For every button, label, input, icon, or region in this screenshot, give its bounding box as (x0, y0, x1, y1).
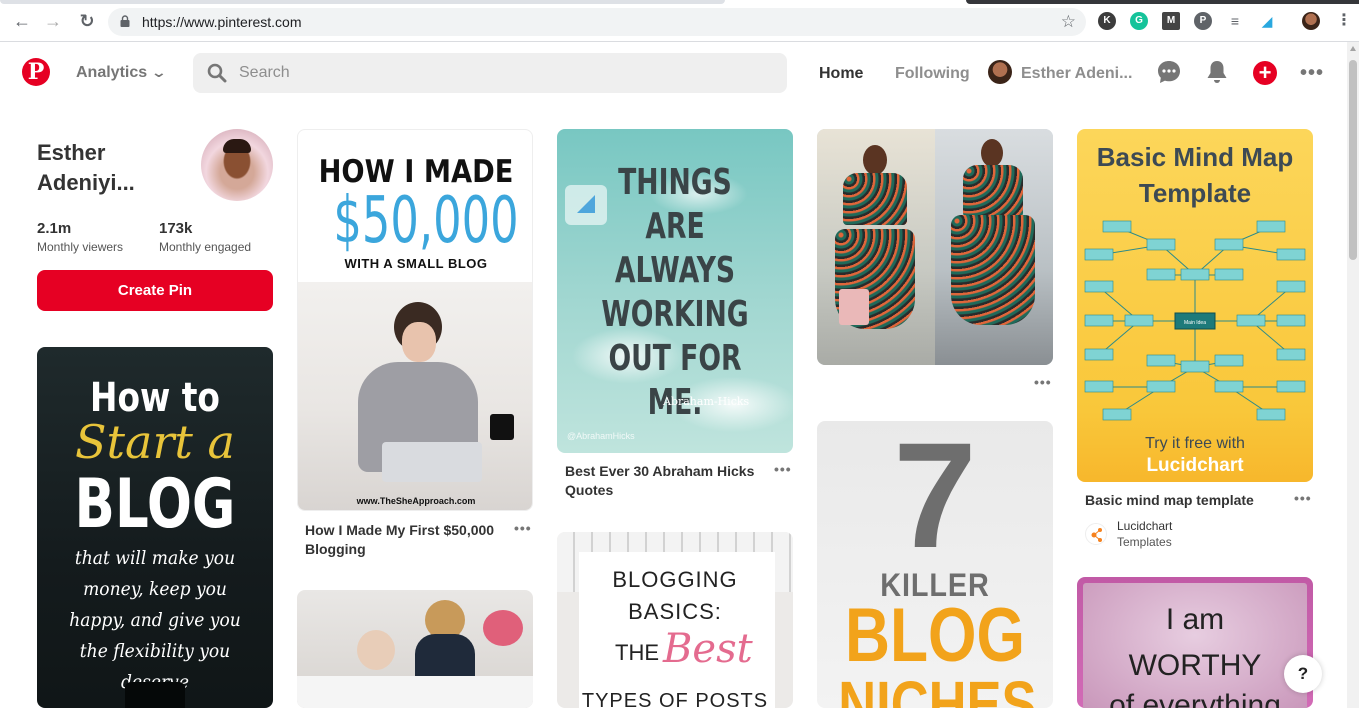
analytics-label: Analytics (76, 64, 148, 81)
pin-text-line: Lucidchart (1146, 455, 1244, 476)
pin-how-to-start-a-blog[interactable]: How to Start a BLOG that will make you m… (37, 347, 273, 708)
help-button[interactable]: ? (1284, 655, 1322, 693)
pin-text-line: Try it free with (1145, 435, 1245, 452)
search-icon (207, 63, 227, 83)
scroll-up-arrow-icon[interactable] (1350, 46, 1356, 51)
pin-text-line: $50,000 (333, 184, 519, 258)
pin-more-icon[interactable]: ••• (774, 461, 792, 477)
pin-7-killer-blog-niches[interactable]: 7 KILLER BLOG NICHES (817, 421, 1053, 708)
pin-text-line: Start a (75, 415, 235, 469)
bookmark-star-icon[interactable]: ☆ (1061, 12, 1076, 32)
monthly-engaged-label: Monthly engaged (159, 240, 252, 254)
monthly-viewers-value: 2.1m (37, 220, 72, 237)
m-extension-icon[interactable]: M (1162, 12, 1180, 30)
pin-text-line: TYPES OF POSTS (581, 690, 769, 708)
pin-more-icon[interactable]: ••• (514, 520, 532, 536)
pin-text-line: of everything (1109, 689, 1281, 708)
pin-text-line: Basic Mind Map Template (1096, 142, 1294, 208)
nav-following[interactable]: Following (895, 65, 970, 83)
pin-credit: www.TheSheApproach.com (356, 496, 476, 506)
back-button[interactable]: ← (12, 11, 32, 31)
pin-text-line: WORTHY (1128, 649, 1262, 682)
pinterest-extension-icon[interactable]: P (1194, 12, 1212, 30)
create-plus-button[interactable]: + (1253, 61, 1277, 85)
pin-text-line: BLOG (74, 465, 236, 544)
browser-toolbar: ← → ↻ https://www.pinterest.com ☆ K G M … (0, 0, 1359, 42)
monthly-engaged-value: 173k (159, 220, 193, 237)
pin-more-icon[interactable]: ••• (1034, 374, 1052, 390)
pin-text-line: that will make you money, keep you happy… (69, 547, 241, 693)
coffee-cup-image (125, 682, 185, 708)
url-text: https://www.pinterest.com (142, 14, 302, 30)
pin-office-photo[interactable] (297, 590, 533, 708)
quote-author: Abraham-Hicks (663, 395, 750, 408)
notifications-bell-icon[interactable] (1205, 60, 1229, 84)
profile-name-line1: Esther (37, 140, 106, 165)
create-pin-button[interactable]: Create Pin (37, 270, 273, 311)
pin-basic-mind-map[interactable]: Basic Mind Map Template Main Idea Try it… (1077, 129, 1313, 482)
pin-text-line: Best (663, 626, 753, 672)
pin-photo: www.TheSheApproach.com (298, 282, 532, 510)
forward-button[interactable]: → (43, 11, 63, 31)
quote-text: THINGS ARE ALWAYS WORKING OUT FOR ME. (601, 162, 749, 423)
tab-strip (0, 0, 1359, 4)
pin-i-am-worthy[interactable]: I am WORTHY of everything (1077, 577, 1313, 708)
page-scrollbar[interactable] (1347, 42, 1359, 708)
pinterest-logo-icon[interactable]: P (22, 58, 50, 86)
pin-text-line: I am (1165, 603, 1225, 636)
more-options-icon[interactable]: ••• (1300, 62, 1324, 85)
mind-map-center-node: Main Idea (1184, 320, 1206, 326)
pin-text-line: BLOGGING BASICS: (612, 567, 738, 624)
pin-title[interactable]: Basic mind map template (1085, 491, 1285, 510)
address-bar[interactable]: https://www.pinterest.com ☆ (108, 8, 1086, 36)
active-tab-edge[interactable] (0, 0, 725, 4)
avatar (988, 60, 1012, 84)
pin-fashion-photo[interactable] (817, 129, 1053, 365)
pin-title[interactable]: How I Made My First $50,000 Blogging (305, 521, 505, 559)
pin-abraham-hicks-quote[interactable]: THINGS ARE ALWAYS WORKING OUT FOR ME. Ab… (557, 129, 793, 453)
nav-home[interactable]: Home (819, 65, 863, 83)
profile-card-avatar[interactable] (201, 129, 273, 201)
lock-icon (120, 15, 130, 27)
profile-name: Esther Adeni... (1021, 65, 1133, 82)
monthly-viewers-label: Monthly viewers (37, 240, 124, 254)
list-extension-icon[interactable]: ≡ (1226, 12, 1244, 30)
pin-title[interactable]: Best Ever 30 Abraham Hicks Quotes (565, 462, 765, 500)
mind-map-diagram: Main Idea (1084, 220, 1306, 421)
messages-icon[interactable] (1157, 60, 1181, 84)
pin-text-line: NICHES (838, 668, 1037, 708)
grammarly-icon[interactable]: G (1130, 12, 1148, 30)
chevron-down-icon: ⌄ (150, 64, 168, 80)
pin-source-name: Lucidchart (1117, 519, 1173, 533)
lucidchart-logo-icon (1085, 523, 1107, 545)
profile-avatar-icon[interactable] (1302, 12, 1320, 30)
reload-button[interactable]: ↻ (77, 11, 97, 31)
pin-more-icon[interactable]: ••• (1294, 490, 1312, 506)
k-extension-icon[interactable]: K (1098, 12, 1116, 30)
pin-text-line: WITH A SMALL BLOG (344, 256, 488, 271)
scrollbar-thumb[interactable] (1349, 60, 1357, 260)
profile-card-name[interactable]: Esther Adeniyi... (37, 138, 135, 198)
pin-source-sub: Templates (1117, 535, 1172, 549)
analytics-menu[interactable]: Analytics ⌄ (76, 64, 168, 82)
browser-menu-icon[interactable]: ⋮ (1334, 11, 1354, 31)
profile-name-line2: Adeniyi... (37, 170, 135, 195)
pin-how-i-made-50000[interactable]: HOW I MADE $50,000 WITH A SMALL BLOG www… (297, 129, 533, 511)
pin-text-line: THE (615, 640, 659, 665)
lucid-extension-icon[interactable]: ◢ (1258, 12, 1276, 30)
quote-watermark: @AbrahamHicks (567, 431, 635, 441)
pin-text-line: 7 (893, 421, 977, 579)
inactive-tab-edge[interactable] (966, 0, 1359, 4)
search-input[interactable] (239, 53, 769, 93)
search-bar[interactable] (193, 53, 787, 93)
pin-blogging-basics[interactable]: BLOGGING BASICS: THE Best TYPES OF POSTS (557, 532, 793, 708)
